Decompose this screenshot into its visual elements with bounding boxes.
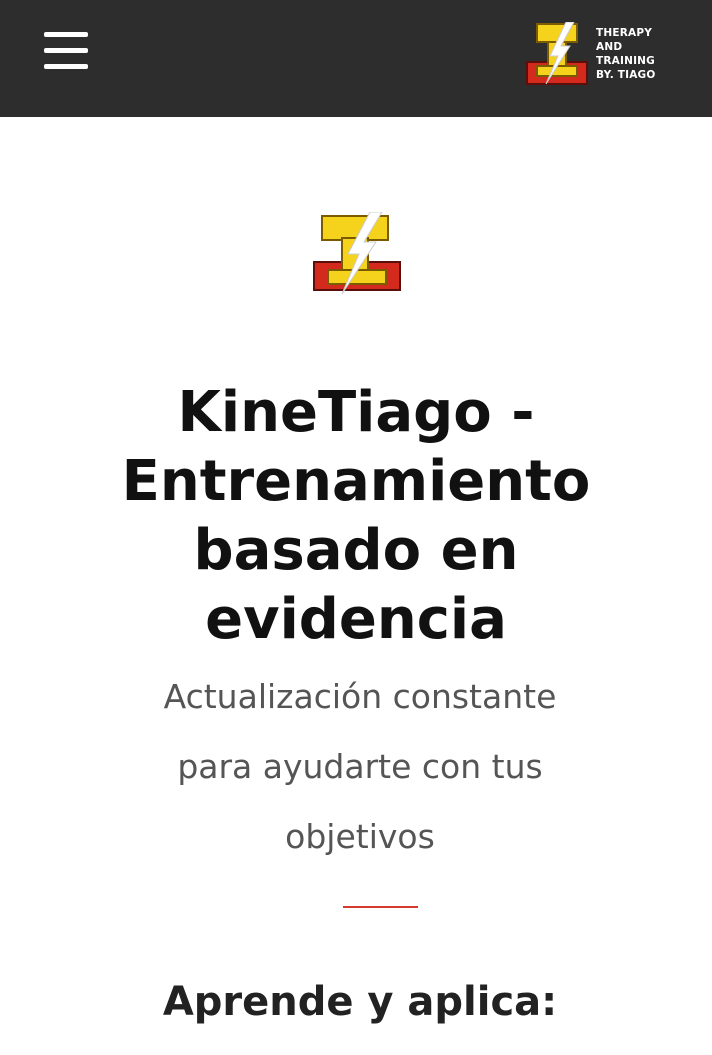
- page-title: KineTiago - Entrenamiento basado en evid…: [0, 378, 712, 654]
- page-title-line: basado en: [193, 518, 519, 583]
- logo-line: BY. TIAGO: [596, 69, 656, 81]
- page-subtitle-line: para ayudarte con tus: [177, 747, 543, 786]
- tt-lightning-logo-icon: [526, 22, 588, 85]
- menu-bar: [44, 64, 88, 69]
- page-title-line: KineTiago -: [177, 380, 535, 445]
- logo-line: AND: [596, 41, 623, 53]
- hamburger-menu-icon[interactable]: [44, 32, 88, 70]
- menu-bar: [44, 48, 88, 53]
- logo-line: THERAPY: [596, 27, 653, 39]
- logo-line: TRAINING: [596, 55, 655, 67]
- site-header: THERAPY AND TRAINING BY. TIAGO: [0, 0, 712, 117]
- page-subtitle-line: objetivos: [285, 817, 435, 856]
- section-heading: Aprende y aplica:: [162, 979, 558, 1025]
- tt-lightning-logo-icon: [313, 212, 401, 294]
- logo-wordmark: THERAPY AND TRAINING BY. TIAGO: [596, 26, 655, 82]
- menu-bar: [44, 32, 88, 37]
- page-title-line: evidencia: [205, 587, 507, 652]
- page-subtitle: Actualización constante para ayudarte co…: [120, 662, 600, 872]
- header-logo-link[interactable]: THERAPY AND TRAINING BY. TIAGO: [524, 22, 676, 88]
- page-title-line: Entrenamiento: [121, 449, 591, 514]
- section-divider: [343, 906, 418, 908]
- page-subtitle-line: Actualización constante: [163, 677, 557, 716]
